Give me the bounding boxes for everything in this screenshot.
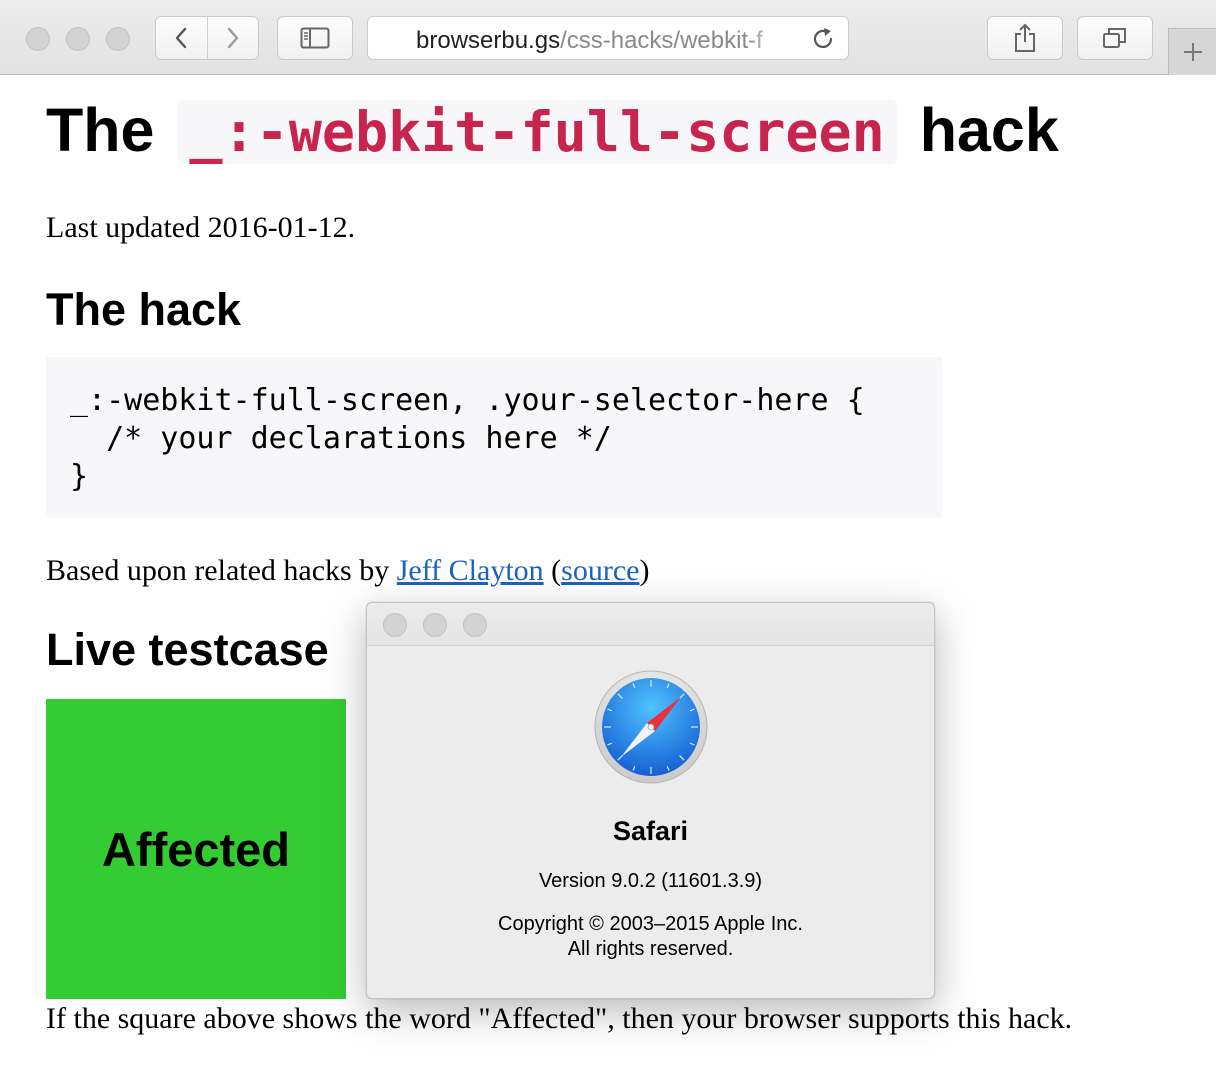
close-window-button[interactable] xyxy=(26,27,50,51)
address-fade xyxy=(748,21,788,55)
live-testcase-heading: Live testcase xyxy=(46,624,329,675)
share-button[interactable] xyxy=(987,16,1063,60)
source-link[interactable]: source xyxy=(561,554,639,587)
code-line: } xyxy=(70,459,89,494)
credit-line: Based upon related hacks by Jeff Clayton… xyxy=(46,554,649,588)
new-tab-button[interactable] xyxy=(1168,28,1216,75)
rights-line: All rights reserved. xyxy=(567,938,734,960)
testcase-explanation: If the square above shows the word "Affe… xyxy=(46,1002,1073,1035)
forward-button[interactable] xyxy=(206,17,259,59)
jeff-clayton-link[interactable]: Jeff Clayton xyxy=(397,554,544,587)
app-name: Safari xyxy=(612,816,689,846)
code-block: _:-webkit-full-screen, .your-selector-he… xyxy=(46,357,942,518)
address-bar[interactable]: browserbu.gs/css-hacks/webkit-f xyxy=(367,16,849,60)
testcase-square: Affected xyxy=(46,699,346,999)
credit-prefix: Based upon related hacks by xyxy=(46,554,397,587)
last-updated: Last updated 2016-01-12. xyxy=(46,211,356,244)
credit-paren-open: ( xyxy=(543,554,562,587)
dialog-titlebar xyxy=(367,603,934,646)
code-line: _:-webkit-full-screen, .your-selector-he… xyxy=(70,383,865,418)
title-suffix: hack xyxy=(919,96,1059,164)
navigation-buttons xyxy=(155,16,259,60)
sidebar-icon xyxy=(300,27,330,49)
reload-button[interactable] xyxy=(810,26,836,57)
credit-paren-close: ) xyxy=(639,554,650,587)
address-text: browserbu.gs/css-hacks/webkit-f xyxy=(416,27,786,55)
about-safari-dialog: Safari Version 9.0.2 (11601.3.9) Copyrig… xyxy=(366,602,935,999)
share-icon xyxy=(1015,23,1035,52)
address-host: browserbu.gs xyxy=(416,27,561,54)
zoom-window-button[interactable] xyxy=(106,27,130,51)
title-code: _:-webkit-full-screen xyxy=(177,100,897,164)
chevron-left-icon xyxy=(176,27,187,49)
chevron-right-icon xyxy=(227,27,238,49)
back-button[interactable] xyxy=(156,17,207,59)
code-line: /* your declarations here */ xyxy=(70,421,612,456)
minimize-window-button[interactable] xyxy=(66,27,90,51)
page-title: The _:-webkit-full-screen hack xyxy=(46,88,1059,174)
address-path: /css-hacks/webkit-f xyxy=(560,27,763,54)
hack-heading: The hack xyxy=(46,284,242,335)
plus-icon xyxy=(1183,43,1202,61)
dialog-close-button[interactable] xyxy=(383,613,407,637)
affected-label: Affected xyxy=(101,822,291,876)
sidebar-button[interactable] xyxy=(277,16,353,60)
browser-toolbar: browserbu.gs/css-hacks/webkit-f xyxy=(0,0,1216,75)
dialog-zoom-button[interactable] xyxy=(463,613,487,637)
tabs-overview-button[interactable] xyxy=(1077,16,1153,60)
tabs-overview-icon xyxy=(1103,28,1126,48)
reload-icon xyxy=(813,28,833,48)
title-prefix: The xyxy=(46,96,155,164)
app-version: Version 9.0.2 (11601.3.9) xyxy=(538,870,763,892)
copyright-notice: Copyright © 2003–2015 Apple Inc. All rig… xyxy=(367,912,934,962)
dialog-minimize-button[interactable] xyxy=(423,613,447,637)
copyright-line: Copyright © 2003–2015 Apple Inc. xyxy=(498,913,803,935)
safari-compass-icon xyxy=(594,670,708,784)
